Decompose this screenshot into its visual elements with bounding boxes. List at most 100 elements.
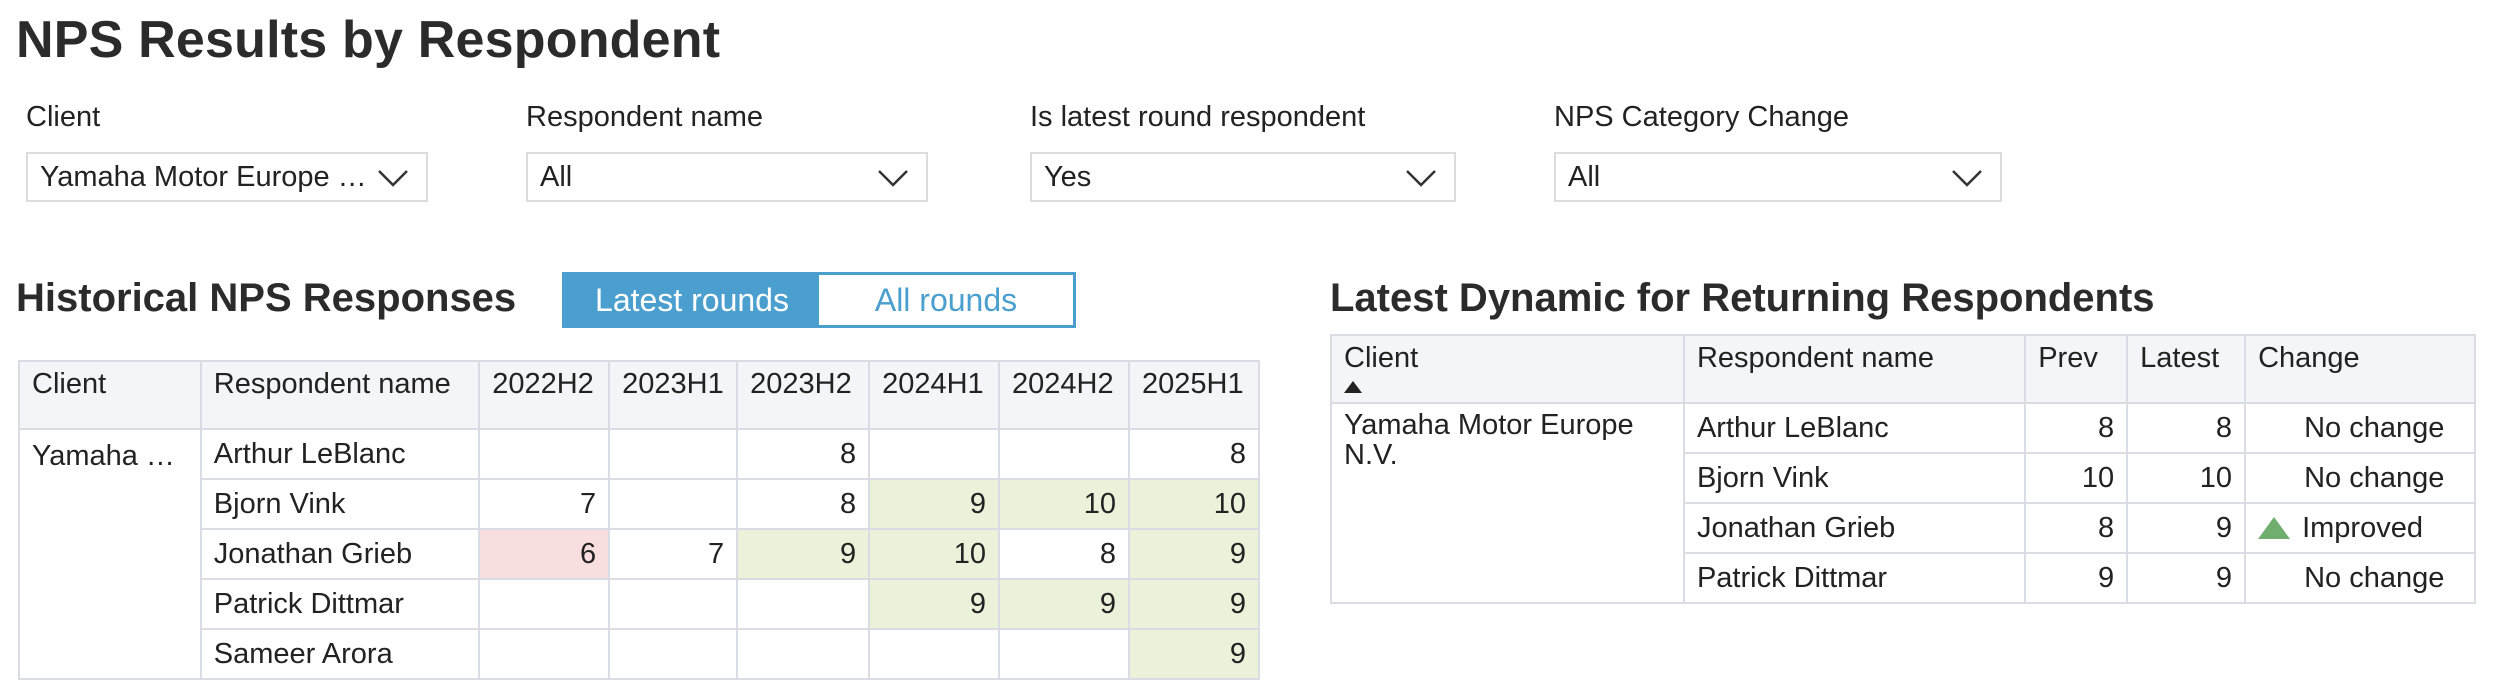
table-row: Sameer Arora 9 <box>19 628 1261 680</box>
historical-nps-table: Client Respondent name 2022H2 2023H1 202… <box>18 360 1261 680</box>
respondent-dropdown-value: All <box>540 160 573 193</box>
category-change-dropdown[interactable]: All <box>1554 152 2002 202</box>
sort-ascending-icon <box>1344 381 1362 393</box>
prev-cell: 10 <box>2024 452 2129 504</box>
change-label: No change <box>2304 411 2445 444</box>
client-dropdown[interactable]: Yamaha Motor Europe … <box>26 152 428 202</box>
score-cell: 9 <box>868 478 1001 530</box>
latest-rounds-button[interactable]: Latest rounds <box>565 275 819 325</box>
respondent-cell: Patrick Dittmar <box>199 578 481 630</box>
score-cell: 9 <box>1127 628 1261 680</box>
column-header[interactable]: 2023H2 <box>736 360 871 430</box>
respondent-cell: Sameer Arora <box>199 628 481 680</box>
filter-label-respondent: Respondent name <box>526 101 763 133</box>
respondent-cell: Bjorn Vink <box>1682 452 2027 504</box>
change-cell: No change <box>2244 552 2476 604</box>
score-cell <box>736 578 871 630</box>
latest-cell: 8 <box>2126 402 2247 454</box>
score-cell: 6 <box>478 528 611 580</box>
latest-cell: 9 <box>2126 552 2247 604</box>
column-header[interactable]: Client <box>18 360 202 430</box>
change-cell: Improved <box>2244 502 2476 554</box>
column-header-label: Client <box>1344 342 1419 374</box>
score-cell <box>478 628 611 680</box>
prev-cell: 9 <box>2024 552 2129 604</box>
table-row: Yamaha Motor Europe N.V. Arthur LeBlanc … <box>1330 402 2476 604</box>
chevron-down-icon <box>1952 170 1982 187</box>
respondent-cell: Bjorn Vink <box>199 478 481 530</box>
latest-cell: 10 <box>2126 452 2247 504</box>
score-cell <box>608 428 739 480</box>
latest-dynamic-table: Client Respondent name Prev Latest Chang… <box>1330 334 2476 604</box>
column-header[interactable]: Prev <box>2024 334 2129 404</box>
table-row: Jonathan Grieb 6 7 9 10 8 9 <box>19 528 1261 580</box>
table-row: Bjorn Vink 7 8 9 10 10 <box>19 478 1261 530</box>
change-cell: No change <box>2244 402 2476 454</box>
prev-cell: 8 <box>2024 402 2129 454</box>
client-cell: Yamaha Motor Europe N.V. <box>1330 402 1685 604</box>
column-header-client-sorted[interactable]: Client <box>1330 334 1685 404</box>
dynamic-section-title: Latest Dynamic for Returning Respondents <box>1330 276 2155 320</box>
change-label: Improved <box>2302 511 2423 544</box>
column-header[interactable]: Respondent name <box>199 360 481 430</box>
filter-label-category-change: NPS Category Change <box>1554 101 1849 133</box>
column-header[interactable]: Latest <box>2126 334 2247 404</box>
score-cell: 8 <box>1127 428 1261 480</box>
score-cell: 10 <box>998 478 1130 530</box>
column-header[interactable]: 2022H2 <box>478 360 611 430</box>
page-title: NPS Results by Respondent <box>16 11 721 69</box>
filter-label-latest-round: Is latest round respondent <box>1030 101 1366 133</box>
score-cell: 10 <box>1127 478 1261 530</box>
table-row: Patrick Dittmar 9 9 9 <box>19 578 1261 630</box>
client-cell: Yamaha … <box>18 428 202 680</box>
filter-latest-round: Is latest round respondent Yes <box>1014 100 1456 202</box>
column-header[interactable]: 2024H2 <box>998 360 1130 430</box>
score-cell <box>608 478 739 530</box>
respondent-cell: Jonathan Grieb <box>199 528 481 580</box>
filter-client: Client Yamaha Motor Europe … <box>10 100 428 202</box>
score-cell: 9 <box>998 578 1130 630</box>
score-cell: 7 <box>608 528 739 580</box>
change-cell: No change <box>2244 452 2476 504</box>
column-header[interactable]: 2024H1 <box>868 360 1001 430</box>
filter-category-change: NPS Category Change All <box>1538 100 2002 202</box>
score-cell <box>868 628 1001 680</box>
latest-cell: 9 <box>2126 502 2247 554</box>
score-cell: 10 <box>868 528 1001 580</box>
score-cell <box>736 628 871 680</box>
score-cell <box>478 428 611 480</box>
respondent-dropdown[interactable]: All <box>526 152 928 202</box>
respondent-cell: Arthur LeBlanc <box>1682 402 2027 454</box>
table-row: Yamaha … Arthur LeBlanc 8 8 <box>18 428 1261 680</box>
score-cell <box>868 428 1001 480</box>
column-header[interactable]: Change <box>2244 334 2476 404</box>
score-cell: 8 <box>736 428 871 480</box>
historical-section-title: Historical NPS Responses <box>16 276 517 320</box>
respondent-cell: Patrick Dittmar <box>1682 552 2027 604</box>
change-label: No change <box>2304 561 2445 594</box>
chevron-down-icon <box>878 170 908 187</box>
score-cell: 9 <box>1127 528 1261 580</box>
score-cell: 9 <box>868 578 1001 630</box>
filter-label-client: Client <box>26 101 101 133</box>
all-rounds-button[interactable]: All rounds <box>819 275 1073 325</box>
column-header[interactable]: 2025H1 <box>1127 360 1261 430</box>
chevron-down-icon <box>1406 170 1436 187</box>
score-cell <box>998 628 1130 680</box>
column-header[interactable]: Respondent name <box>1682 334 2027 404</box>
latest-round-dropdown[interactable]: Yes <box>1030 152 1456 202</box>
prev-cell: 8 <box>2024 502 2129 554</box>
score-cell: 9 <box>736 528 871 580</box>
category-change-dropdown-value: All <box>1568 160 1601 193</box>
score-cell: 7 <box>478 478 611 530</box>
respondent-cell: Jonathan Grieb <box>1682 502 2027 554</box>
latest-round-dropdown-value: Yes <box>1044 160 1092 193</box>
score-cell: 9 <box>1127 578 1261 630</box>
column-header[interactable]: 2023H1 <box>608 360 739 430</box>
score-cell: 8 <box>998 528 1130 580</box>
chevron-down-icon <box>378 170 408 187</box>
score-cell <box>608 628 739 680</box>
triangle-up-icon <box>2258 516 2291 539</box>
respondent-cell: Arthur LeBlanc <box>199 428 481 480</box>
filter-respondent: Respondent name All <box>510 100 928 202</box>
